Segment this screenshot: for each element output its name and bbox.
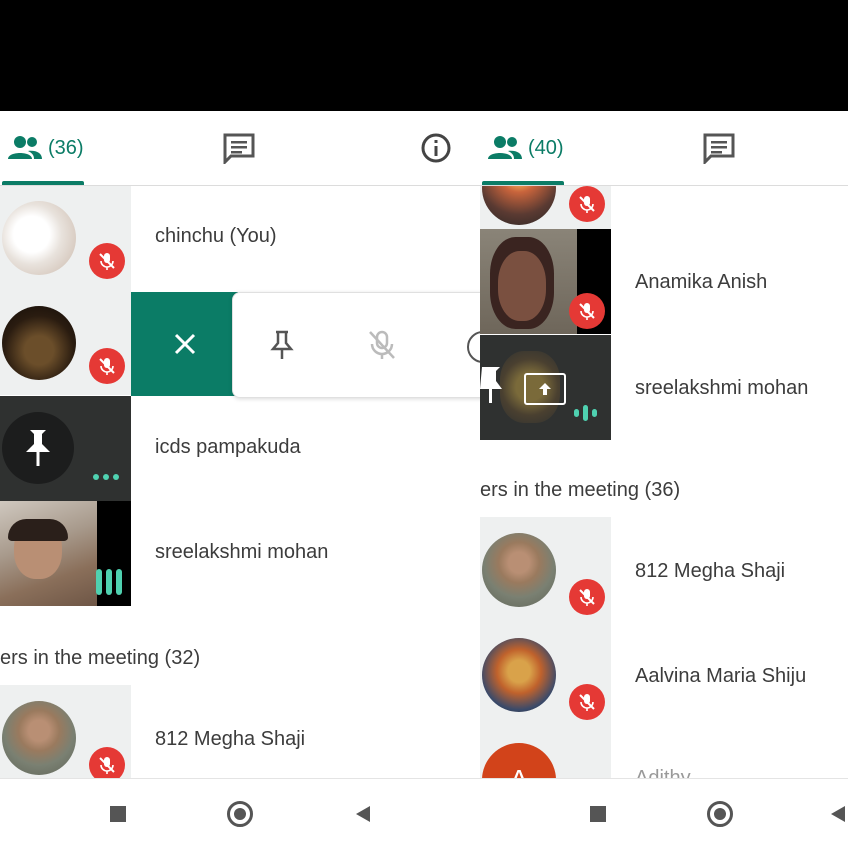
- people-panel-left: (36) chinchu (You) icds pampakuda sreela…: [0, 111, 480, 778]
- circle-icon: [227, 801, 253, 827]
- present-screen-icon: [524, 373, 566, 405]
- speaking-icon: [96, 569, 122, 595]
- participant-name: Aalvina Maria Shiju: [635, 665, 807, 687]
- participant-tile: [480, 622, 611, 727]
- square-icon: [110, 806, 126, 822]
- mic-off-icon: [569, 293, 605, 329]
- square-icon: [590, 806, 606, 822]
- triangle-back-icon: [356, 806, 370, 822]
- chat-icon: [703, 133, 735, 164]
- mic-off-icon: [569, 579, 605, 615]
- mic-off-icon: [89, 348, 125, 384]
- info-icon: [421, 133, 451, 163]
- avatar: [482, 638, 556, 712]
- tab-bar: (36): [0, 111, 480, 186]
- action-bar: [232, 292, 480, 398]
- mic-off-icon: [89, 243, 125, 279]
- triangle-back-icon: [831, 806, 845, 822]
- section-title: ers in the meeting (32): [0, 647, 201, 669]
- participant-row[interactable]: 812 Megha Shaji: [0, 685, 480, 778]
- participant-name: icds pampakuda: [155, 436, 301, 458]
- participant-row[interactable]: Anamika Anish: [480, 229, 848, 334]
- pinned-indicator: [2, 412, 74, 484]
- participant-tile: [0, 290, 131, 395]
- pin-icon: [480, 367, 502, 403]
- mute-button[interactable]: [367, 329, 397, 366]
- participant-tile: [480, 229, 611, 334]
- section-title: ers in the meeting (36): [480, 479, 681, 501]
- tab-bar: (40): [480, 111, 848, 186]
- participant-tile: [480, 335, 611, 440]
- pin-button[interactable]: [269, 329, 295, 366]
- home-button[interactable]: [220, 779, 260, 849]
- participant-row[interactable]: [0, 290, 480, 398]
- tab-info[interactable]: [420, 111, 452, 185]
- people-icon: [488, 136, 522, 159]
- tab-chat[interactable]: [702, 111, 736, 185]
- participant-tile: A: [480, 727, 611, 778]
- mic-off-icon: [569, 684, 605, 720]
- participant-row[interactable]: icds pampakuda: [0, 396, 480, 501]
- more-dots-icon: [93, 474, 119, 480]
- recent-apps-button[interactable]: [580, 779, 616, 849]
- participant-name: Adithy...: [635, 767, 706, 778]
- avatar: [2, 701, 76, 775]
- participant-row[interactable]: 812 Megha Shaji: [480, 517, 848, 622]
- participant-tile: [0, 501, 131, 606]
- video-thumbnail: [480, 229, 577, 334]
- participant-row[interactable]: Aalvina Maria Shiju: [480, 622, 848, 727]
- participant-row[interactable]: A Adithy...: [480, 727, 848, 778]
- home-button[interactable]: [700, 779, 740, 849]
- mic-off-icon: [569, 186, 605, 222]
- tab-people[interactable]: (40): [488, 111, 564, 185]
- mic-off-icon: [89, 747, 125, 778]
- tab-underline: [482, 181, 564, 185]
- participant-name: sreelakshmi mohan: [155, 541, 329, 563]
- avatar: [2, 201, 76, 275]
- participant-tile: [0, 185, 131, 290]
- avatar: [2, 306, 76, 380]
- close-icon: [174, 333, 195, 355]
- avatar-initial: A: [482, 743, 556, 778]
- tab-chat[interactable]: [222, 111, 256, 185]
- people-icon: [8, 136, 42, 159]
- participant-tile: [0, 685, 131, 778]
- participant-name: 812 Megha Shaji: [635, 560, 786, 582]
- people-count: (40): [528, 136, 564, 159]
- participant-name: Anamika Anish: [635, 271, 768, 293]
- navigation-bar: [0, 778, 848, 849]
- more-action-icon[interactable]: [467, 331, 480, 363]
- video-thumbnail: [0, 501, 97, 606]
- back-button[interactable]: [348, 779, 378, 849]
- participant-name: 812 Megha Shaji: [155, 728, 306, 750]
- chat-icon: [223, 133, 255, 164]
- participant-row[interactable]: sreelakshmi mohan: [0, 501, 480, 606]
- pin-icon: [26, 430, 50, 466]
- participant-row[interactable]: chinchu (You): [0, 185, 480, 290]
- participant-tile: [480, 517, 611, 622]
- speaking-icon: [574, 405, 597, 421]
- circle-icon: [707, 801, 733, 827]
- mic-off-icon: [369, 330, 395, 359]
- status-bar: [0, 0, 848, 111]
- tab-people[interactable]: (36): [8, 111, 84, 185]
- people-count: (36): [48, 136, 84, 159]
- people-panel-right: (40) Anamika Anish sreelakshmi mohan ers…: [480, 111, 848, 778]
- recent-apps-button[interactable]: [100, 779, 136, 849]
- participant-row[interactable]: sreelakshmi mohan: [480, 335, 848, 440]
- avatar: [482, 533, 556, 607]
- back-button[interactable]: [828, 779, 848, 849]
- tab-underline: [2, 181, 84, 185]
- participant-tile: [0, 396, 131, 501]
- participant-name: chinchu (You): [155, 225, 277, 247]
- close-action-button[interactable]: [131, 292, 238, 396]
- participant-name: sreelakshmi mohan: [635, 377, 809, 399]
- pin-icon: [270, 330, 294, 359]
